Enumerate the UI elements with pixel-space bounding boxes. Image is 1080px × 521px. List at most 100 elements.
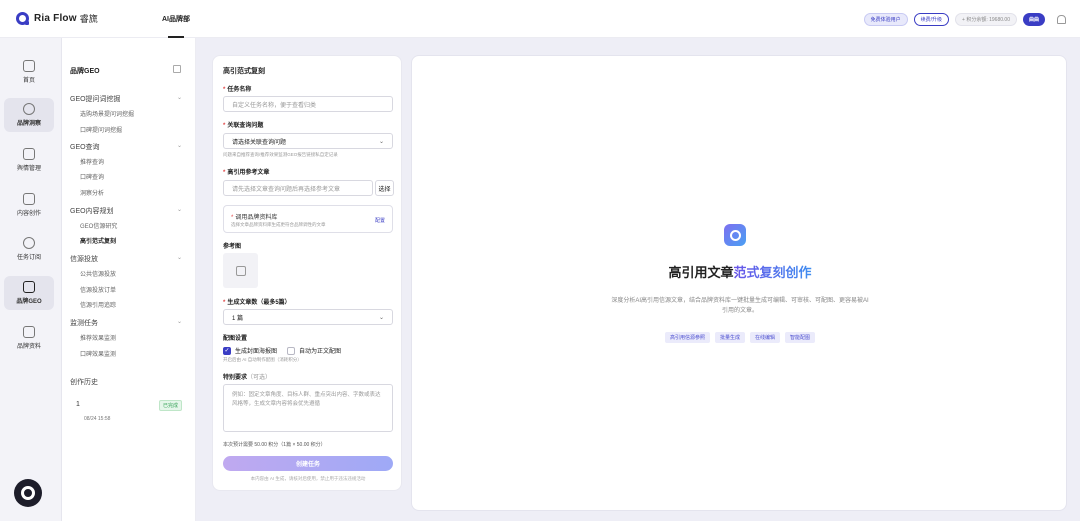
menu-item-reputation-query[interactable]: 口碑查询 <box>80 172 104 181</box>
chevron-down-icon: ⌄ <box>378 138 384 145</box>
menu-group-label: 监测任务 <box>70 320 98 327</box>
brand-logo-icon <box>14 479 42 507</box>
edit-icon <box>23 193 35 205</box>
rail-label: 品牌资料 <box>16 344 41 350</box>
ref-article-label: * 高引用参考文章 <box>223 170 270 176</box>
brand-library-card: * 调用品牌资料库 选择文章品牌资料库生成更符合品牌调性的文章 配置 <box>223 205 393 233</box>
form-title: 高引范式复刻 <box>223 68 265 75</box>
feature-tag: 在线编辑 <box>750 332 781 343</box>
renew-button[interactable]: 续费/升级 <box>913 12 950 26</box>
trial-badge[interactable]: 免费体验用户 <box>863 12 908 26</box>
menu-group-label: GEO内容规划 <box>70 208 114 215</box>
rail-label: 首页 <box>22 78 35 84</box>
bell-icon[interactable] <box>1057 14 1066 24</box>
tab-ai-brand[interactable]: AI品牌部 <box>162 0 190 38</box>
create-task-button[interactable]: 创建任务 <box>223 456 393 471</box>
preview-panel: 高引用文章范式复刻创作 深度分析AI高引用信源文章，结合品牌资料库一键批量生成可… <box>411 55 1067 511</box>
cost-estimate: 本次预计需要 50.00 积分（1篇 × 50.00 积分） <box>223 442 326 448</box>
task-form: 高引范式复刻 * 任务名称 自定义任务名称，便于查看归类 * 关联查询问题 请选择关… <box>212 55 402 491</box>
special-requirements-textarea[interactable]: 例如：固定文章角度、目标人群、重点突出内容、字数或表达风格等，生成文章内容将会优… <box>223 384 393 432</box>
top-bar: Ria Flow 睿旒 AI品牌部 免费体验用户 续费/升级 + 积分余额: 1… <box>0 0 1080 38</box>
image-upload-icon <box>235 265 246 276</box>
menu-item-recommend-query[interactable]: 推荐查询 <box>80 157 104 166</box>
secondary-menu: 品牌GEO GEO提问词挖掘 ⌄ 选购场景提问词挖掘 口碑提问词挖掘 GEO查询 ⌄… <box>62 38 196 521</box>
chevron-down-icon: ⌄ <box>176 319 182 325</box>
menu-item-citation-tracking[interactable]: 信源引用追踪 <box>80 300 116 309</box>
task-name-input[interactable]: 自定义任务名称，便于查看归类 <box>223 96 393 112</box>
collapse-menu-icon[interactable] <box>173 65 181 73</box>
rail-item-brand-insight[interactable]: 品牌洞察 <box>4 98 54 132</box>
menu-item-reputation-mining[interactable]: 口碑提问词挖掘 <box>80 125 122 134</box>
preview-title-plain: 高引用文章 <box>668 265 734 280</box>
rail-label: 任务订阅 <box>16 255 41 261</box>
folder-icon <box>23 326 35 338</box>
menu-group-source-placement[interactable]: 信源投放 ⌄ <box>70 254 182 264</box>
special-label-text: 特别要求 <box>223 375 248 381</box>
menu-title: 品牌GEO <box>70 68 100 75</box>
auto-image-checkbox[interactable]: 自动为正文配图 <box>287 346 341 355</box>
menu-group-monitoring[interactable]: 监测任务 ⌄ <box>70 318 182 328</box>
menu-item-public-placement[interactable]: 公共信源投放 <box>80 269 116 278</box>
status-badge: 已完成 <box>158 400 182 411</box>
menu-group-label: 信源投放 <box>70 256 98 263</box>
history-title: 创作历史 <box>70 379 98 386</box>
tab-ai-brand-label: AI品牌部 <box>162 16 190 23</box>
ai-geo-icon <box>23 281 35 293</box>
ref-article-input[interactable]: 请先选择文章查询问题后再选择参考文章 <box>223 180 373 196</box>
rail-item-brand-material[interactable]: 品牌资料 <box>4 321 54 355</box>
credit-balance[interactable]: + 积分余额: 19680.00 <box>955 12 1017 26</box>
menu-group-geo-query[interactable]: GEO查询 ⌄ <box>70 142 182 152</box>
special-label: 特别要求（可选） <box>223 372 271 381</box>
count-select[interactable]: 1 篇 ⌄ <box>223 309 393 325</box>
menu-item-insight-analysis[interactable]: 洞察分析 <box>80 188 104 197</box>
rail-item-sentiment[interactable]: 舆情管理 <box>4 143 54 177</box>
menu-group-label: GEO提问词挖掘 <box>70 96 121 103</box>
top-nav: AI品牌部 <box>162 0 190 38</box>
question-select[interactable]: 请选择关联查询问题 ⌄ <box>223 133 393 149</box>
preview-title-accent: 范式复刻创作 <box>733 265 812 280</box>
app-name: Ria Flow <box>34 13 77 24</box>
question-select-value: 请选择关联查询问题 <box>232 139 287 146</box>
rail-label: 品牌GEO <box>16 299 42 305</box>
rail-item-home[interactable]: 首页 <box>4 55 54 89</box>
menu-item-recommend-monitor[interactable]: 推荐效果监测 <box>80 333 116 342</box>
select-article-button[interactable]: 选择 <box>375 180 394 196</box>
brand-library-title-text: 调用品牌资料库 <box>235 215 278 221</box>
brand-library-title: * 调用品牌资料库 <box>231 215 278 221</box>
menu-group-content-planning[interactable]: GEO内容规划 ⌄ <box>70 206 182 216</box>
menu-item-scene-mining[interactable]: 选购场景提问词挖掘 <box>80 109 134 118</box>
app-logo[interactable]: Ria Flow 睿旒 <box>16 12 98 25</box>
count-label: * 生成文章数（最多5篇） <box>223 300 291 306</box>
history-item[interactable]: 1 已完成 08/24 15:58 <box>70 395 182 429</box>
history-item-time: 08/24 15:58 <box>84 416 111 422</box>
rail-label: 舆情管理 <box>16 166 41 172</box>
image-settings-label: 配图设置 <box>223 336 248 342</box>
chevron-down-icon: ⌄ <box>176 207 182 213</box>
history-item-number: 1 <box>76 401 80 408</box>
icon-rail: 首页 品牌洞察 舆情管理 内容创作 任务订阅 品牌GEO 品牌资料 <box>0 38 62 521</box>
ref-image-label: 参考图 <box>223 244 242 250</box>
feature-tag: 批量生成 <box>714 332 745 343</box>
menu-item-reputation-monitor[interactable]: 口碑效果监测 <box>80 349 116 358</box>
chevron-down-icon: ⌄ <box>176 143 182 149</box>
menu-item-source-research[interactable]: GEO信源研究 <box>80 221 117 230</box>
checkbox-icon <box>287 346 295 355</box>
app-subname: 睿旒 <box>79 14 98 24</box>
ref-article-label-text: 高引用参考文章 <box>227 170 270 176</box>
menu-item-placement-orders[interactable]: 信源投放订单 <box>80 285 116 294</box>
rail-item-brand-geo[interactable]: 品牌GEO <box>4 276 54 310</box>
chart-icon <box>23 148 35 160</box>
configure-library-button[interactable]: 配置 <box>375 217 385 224</box>
question-label-text: 关联查询问题 <box>227 123 264 129</box>
menu-item-high-cite-replicate[interactable]: 高引范式复刻 <box>80 236 116 245</box>
image-upload[interactable] <box>223 253 258 288</box>
rail-item-subscription[interactable]: 任务订阅 <box>4 232 54 266</box>
menu-group-question-mining[interactable]: GEO提问词挖掘 ⌄ <box>70 94 182 104</box>
cover-poster-label: 生成封面海报图 <box>235 349 278 355</box>
rail-item-content[interactable]: 内容创作 <box>4 188 54 222</box>
menu-group-label: GEO查询 <box>70 144 100 151</box>
user-avatar[interactable]: 曲曲 <box>1022 12 1045 26</box>
cover-poster-checkbox[interactable]: ✓ 生成封面海报图 <box>223 346 277 355</box>
rail-label: 内容创作 <box>16 211 41 217</box>
feature-tag: 高引用信源参照 <box>664 332 710 343</box>
